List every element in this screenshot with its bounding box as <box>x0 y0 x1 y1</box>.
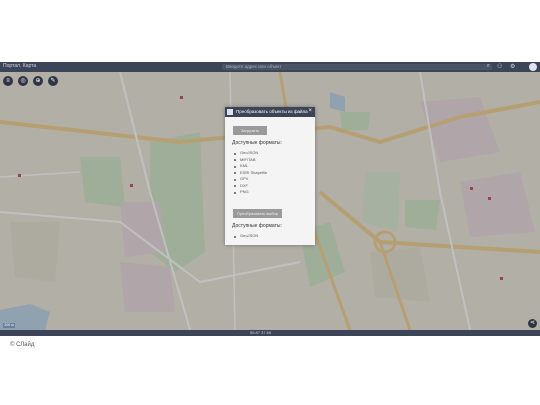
convert-button[interactable]: Преобразовать выбор <box>233 209 282 218</box>
user-icon[interactable]: ⚇ <box>497 63 502 70</box>
dialog-header: Преобразовать объекты из файла × <box>225 107 315 117</box>
status-bar: 55.87 37.65 <box>0 330 540 336</box>
import-dialog: Преобразовать объекты из файла × Загрузи… <box>225 107 315 245</box>
map-application: Портал. Карта Введите адрес или объект ⌕… <box>0 62 540 336</box>
formats-list: GeoJSON MIF/TAB KML ESRI Shapefile GPX D… <box>234 150 267 196</box>
share-icon[interactable]: ⋖ <box>528 319 537 328</box>
list-item: GeoJSON <box>234 233 258 240</box>
copyright-text: © СЛайд <box>10 342 35 348</box>
file-icon <box>227 109 233 115</box>
avatar[interactable] <box>529 63 537 71</box>
top-bar: Портал. Карта Введите адрес или объект ⌕… <box>0 62 540 72</box>
target-icon[interactable]: ◎ <box>18 76 28 86</box>
search-input[interactable]: Введите адрес или объект ⌕ <box>222 63 492 70</box>
coordinates-readout: 55.87 37.65 <box>250 330 272 335</box>
list-item: PNG <box>234 189 267 196</box>
tools-icon[interactable]: ✎ <box>48 76 58 86</box>
globe-icon[interactable]: ⊕ <box>33 76 43 86</box>
layers-icon[interactable]: ≡ <box>3 76 13 86</box>
available-formats-label: Доступные форматы: <box>232 140 282 146</box>
app-title: Портал. Карта <box>3 63 37 69</box>
output-formats-list: GeoJSON <box>234 233 258 240</box>
search-icon[interactable]: ⌕ <box>487 63 490 70</box>
dialog-title: Преобразовать объекты из файла <box>236 109 308 114</box>
settings-icon[interactable]: ⚙ <box>510 63 515 70</box>
output-formats-label: Доступные форматы: <box>232 223 282 229</box>
scale-bar: 200 м <box>3 323 15 328</box>
close-icon[interactable]: × <box>308 108 312 114</box>
upload-button[interactable]: Загрузить <box>233 126 267 135</box>
search-placeholder: Введите адрес или объект <box>226 64 282 69</box>
